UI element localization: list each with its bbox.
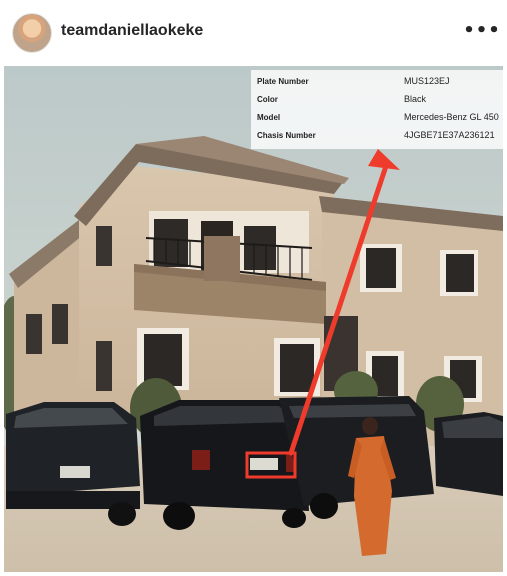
color-value: Black — [404, 94, 427, 104]
profile-avatar[interactable] — [12, 13, 52, 53]
color-label: Color — [257, 95, 278, 104]
post-header: teamdaniellaokeke ••• — [0, 0, 507, 66]
more-options-icon[interactable]: ••• — [463, 18, 500, 42]
chasis-number-value: 4JGBE71E37A236121 — [404, 130, 495, 140]
username-link[interactable]: teamdaniellaokeke — [61, 22, 203, 40]
vehicle-info-panel: Plate Number MUS123EJ Color Black Model … — [251, 70, 503, 149]
info-row-model: Model Mercedes-Benz GL 450 — [251, 110, 503, 128]
info-row-plate: Plate Number MUS123EJ — [251, 74, 503, 92]
plate-number-label: Plate Number — [257, 77, 309, 86]
info-row-color: Color Black — [251, 92, 503, 110]
info-row-chasis: Chasis Number 4JGBE71E37A236121 — [251, 128, 503, 146]
chasis-number-label: Chasis Number — [257, 131, 316, 140]
model-value: Mercedes-Benz GL 450 — [404, 112, 499, 122]
plate-number-value: MUS123EJ — [404, 76, 450, 86]
model-label: Model — [257, 113, 281, 122]
